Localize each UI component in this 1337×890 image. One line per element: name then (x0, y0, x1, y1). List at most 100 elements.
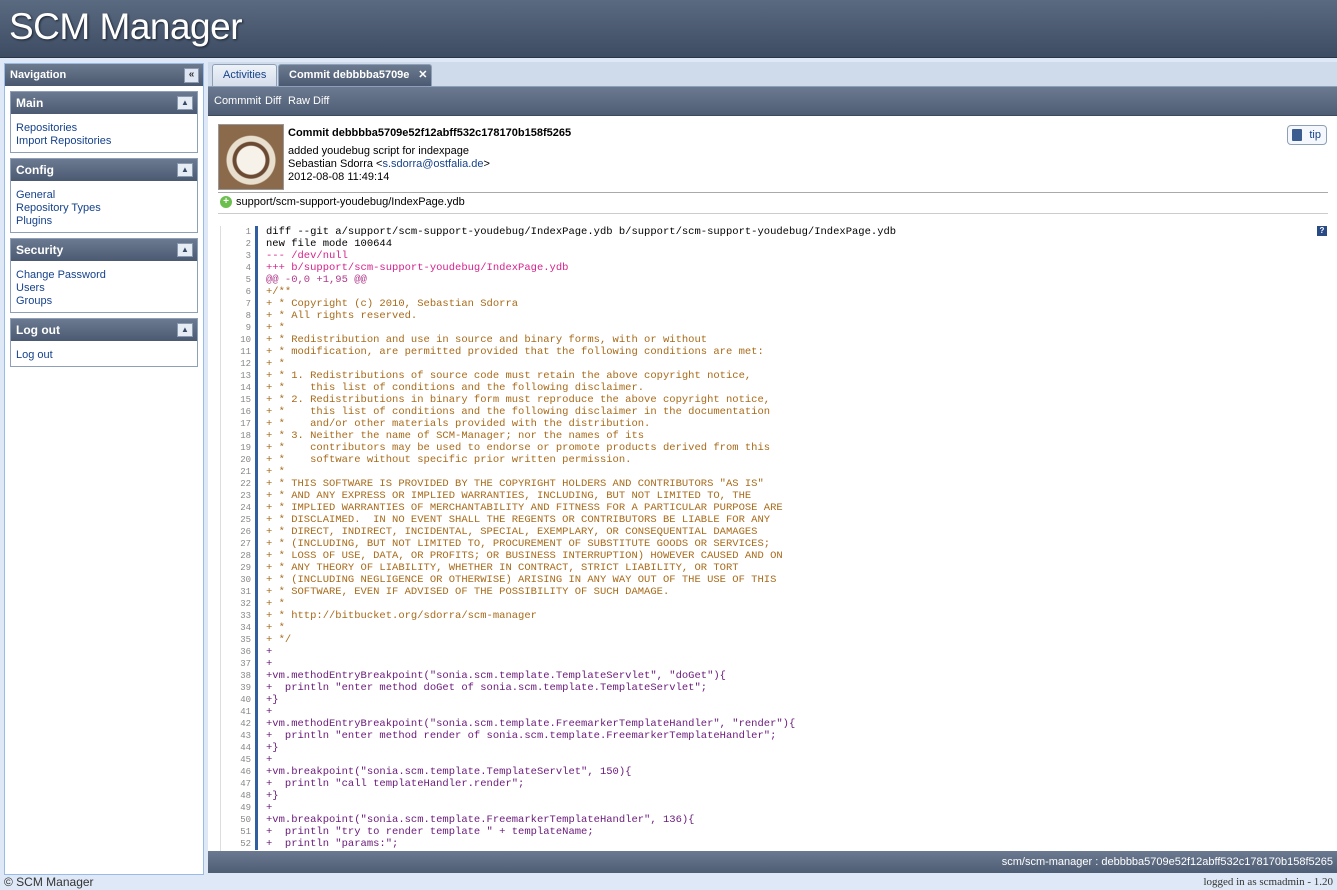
gutter-bar (255, 226, 258, 238)
help-icon[interactable]: ? (1317, 226, 1327, 236)
diff-line: 36 + (221, 646, 896, 658)
tab-activities[interactable]: Activities (212, 64, 278, 86)
commit-toolbar: Commmit Diff Raw Diff (208, 87, 1337, 116)
diff-line: 23 + * AND ANY EXPRESS OR IMPLIED WARRANT… (221, 490, 896, 502)
diff-line: 29 + * ANY THEORY OF LIABILITY, WHETHER I… (221, 562, 896, 574)
diff-line: 50 +vm.breakpoint("sonia.scm.template.Fre… (221, 814, 896, 826)
author-email-link[interactable]: s.sdorra@ostfalia.de (382, 158, 483, 170)
diff-view[interactable]: ? 1 diff --git a/support/scm-support-youd… (220, 226, 1329, 851)
line-text: +} (266, 694, 279, 706)
line-number: 21 (240, 467, 251, 477)
line-text: + * (266, 622, 285, 634)
gutter-bar (255, 586, 258, 598)
tip-button[interactable]: tip (1287, 125, 1327, 145)
close-icon[interactable]: ✕ (418, 65, 427, 86)
line-number: 20 (240, 455, 251, 465)
gutter-bar (255, 250, 258, 262)
collapse-up-icon[interactable]: ▲ (177, 96, 193, 110)
line-number: 35 (240, 635, 251, 645)
line-number: 2 (245, 239, 251, 249)
line-number: 22 (240, 479, 251, 489)
collapse-up-icon[interactable]: ▲ (177, 163, 193, 177)
nav-link-general[interactable]: General (16, 189, 192, 202)
changed-file[interactable]: + support/scm-support-youdebug/IndexPage.… (220, 196, 465, 209)
panel-security-header[interactable]: Security ▲ (11, 239, 197, 261)
diff-line: 18 + * 3. Neither the name of SCM-Manager… (221, 430, 896, 442)
collapse-up-icon[interactable]: ▲ (177, 243, 193, 257)
gutter-bar (255, 706, 258, 718)
diff-line: 39 + println "enter method doGet of sonia… (221, 682, 896, 694)
footer-copyright: © SCM Manager (4, 875, 94, 889)
nav-link-groups[interactable]: Groups (16, 295, 192, 308)
app-header: SCM Manager (0, 0, 1337, 58)
diff-line: 16 + * this list of conditions and the fo… (221, 406, 896, 418)
file-path: support/scm-support-youdebug/IndexPage.y… (236, 196, 465, 208)
line-text: + */ (266, 634, 292, 646)
panel-config-title: Config (16, 163, 54, 177)
gutter-bar (255, 286, 258, 298)
diff-line: 46 +vm.breakpoint("sonia.scm.template.Tem… (221, 766, 896, 778)
nav-link-repositories[interactable]: Repositories (16, 122, 192, 135)
line-number: 23 (240, 491, 251, 501)
collapse-up-icon[interactable]: ▲ (177, 323, 193, 337)
diff-line: 38 +vm.methodEntryBreakpoint("sonia.scm.t… (221, 670, 896, 682)
line-number: 46 (240, 767, 251, 777)
raw-diff-button[interactable]: Raw Diff (288, 95, 329, 107)
diff-line: 9 + * (221, 322, 896, 334)
tab-commit[interactable]: Commit debbbba5709e ✕ (278, 64, 433, 86)
gutter-bar (255, 742, 258, 754)
line-number: 39 (240, 683, 251, 693)
author-name: Sebastian Sdorra < (288, 158, 383, 170)
diff-button[interactable]: Diff (265, 95, 281, 107)
gutter-bar (255, 430, 258, 442)
nav-link-plugins[interactable]: Plugins (16, 215, 192, 228)
diff-line: 20 + * software without specific prior wr… (221, 454, 896, 466)
panel-config-header[interactable]: Config ▲ (11, 159, 197, 181)
nav-link-users[interactable]: Users (16, 282, 192, 295)
gutter-bar (255, 514, 258, 526)
gutter-bar (255, 730, 258, 742)
line-number: 45 (240, 755, 251, 765)
panel-logout-header[interactable]: Log out ▲ (11, 319, 197, 341)
gutter-bar (255, 802, 258, 814)
nav-link-change-password[interactable]: Change Password (16, 269, 192, 282)
gutter-bar (255, 238, 258, 250)
line-text: + * Redistribution and use in source and… (266, 334, 708, 346)
diff-line: 27 + * (INCLUDING, BUT NOT LIMITED TO, PR… (221, 538, 896, 550)
nav-link-import-repositories[interactable]: Import Repositories (16, 135, 192, 148)
diff-line: 19 + * contributors may be used to endors… (221, 442, 896, 454)
add-icon: + (220, 196, 232, 209)
diff-line: 33 + * http://bitbucket.org/sdorra/scm-ma… (221, 610, 896, 622)
nav-link-repository-types[interactable]: Repository Types (16, 202, 192, 215)
line-text: +/** (266, 286, 292, 298)
line-text: + * and/or other materials provided with… (266, 418, 651, 430)
nav-link-log-out[interactable]: Log out (16, 349, 192, 362)
divider (218, 192, 1328, 193)
collapse-left-icon[interactable]: « (184, 68, 199, 83)
line-number: 1 (245, 227, 251, 237)
line-text: + * contributors may be used to endorse … (266, 442, 771, 454)
line-number: 36 (240, 647, 251, 657)
tab-bar: Activities Commit debbbba5709e ✕ (208, 62, 1337, 87)
line-text: + * SOFTWARE, EVEN IF ADVISED OF THE POS… (266, 586, 670, 598)
diff-line: 32 + * (221, 598, 896, 610)
line-text: @@ -0,0 +1,95 @@ (266, 274, 367, 286)
line-text: + * 1. Redistributions of source code mu… (266, 370, 752, 382)
line-number: 48 (240, 791, 251, 801)
diff-line: 11 + * modification, are permitted provid… (221, 346, 896, 358)
diff-line: 41 + (221, 706, 896, 718)
panel-security-title: Security (16, 243, 64, 257)
line-text: + (266, 706, 273, 718)
line-text: + (266, 754, 273, 766)
panel-config: Config ▲ General Repository Types Plugin… (10, 158, 198, 233)
diff-line: 1 diff --git a/support/scm-support-youdeb… (221, 226, 896, 238)
gutter-bar (255, 418, 258, 430)
panel-main-header[interactable]: Main ▲ (11, 92, 197, 114)
commit-button[interactable]: Commmit (214, 95, 261, 107)
line-number: 34 (240, 623, 251, 633)
diff-line: 47 + println "call templateHandler.render… (221, 778, 896, 790)
user-link[interactable]: scmadmin (1259, 876, 1304, 888)
gutter-bar (255, 322, 258, 334)
gutter-bar (255, 814, 258, 826)
gutter-bar (255, 622, 258, 634)
